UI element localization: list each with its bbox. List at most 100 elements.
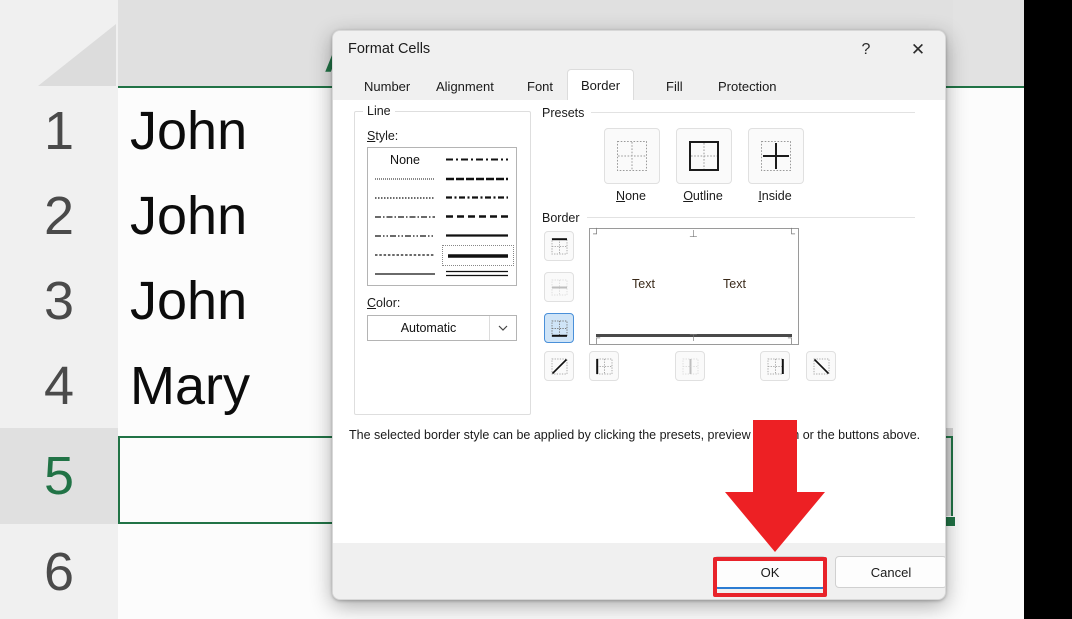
preview-handle-bottom-right[interactable]: ┐ — [788, 334, 795, 344]
border-section-divider — [587, 217, 915, 218]
preview-handle-bottom-left[interactable]: ┌ — [593, 334, 600, 344]
screen: A B 1 2 3 4 5 6 John John John Mary — [0, 0, 1072, 619]
border-bottom-button[interactable] — [544, 313, 574, 343]
cell-a2-text: John — [130, 185, 248, 246]
row-header-5[interactable]: 5 — [0, 428, 118, 525]
border-left-button[interactable] — [589, 351, 619, 381]
cell-a4-text: Mary — [130, 355, 250, 416]
border-left-icon — [595, 358, 612, 374]
row-header-2-label: 2 — [43, 185, 75, 246]
border-diagonal-up-button[interactable] — [544, 351, 574, 381]
border-right-icon — [767, 358, 784, 374]
cell-c2[interactable] — [953, 173, 1024, 259]
row-header-1[interactable]: 1 — [0, 88, 118, 174]
row-header-4-label: 4 — [43, 355, 75, 416]
chevron-down-icon[interactable] — [489, 316, 516, 340]
line-style-thin-solid[interactable] — [370, 264, 440, 283]
preview-handle-bottom-center[interactable]: ⊤ — [689, 334, 698, 344]
cell-c5[interactable] — [953, 428, 1024, 525]
row-header-5-label: 5 — [43, 446, 75, 506]
format-cells-dialog: Format Cells ? ✕ Number Alignment Font B… — [332, 30, 946, 600]
select-all-triangle-icon — [38, 24, 116, 86]
row-header-2[interactable]: 2 — [0, 173, 118, 259]
dialog-footer: OK Cancel — [333, 543, 945, 599]
line-style-dash-dot-thin[interactable] — [370, 207, 440, 226]
border-bottom-icon — [551, 320, 567, 337]
fill-handle[interactable] — [945, 516, 956, 527]
down-arrow-icon — [725, 420, 825, 552]
line-style-hairline-dotted[interactable] — [370, 169, 440, 188]
preset-inside-label: Inside — [758, 189, 792, 203]
tab-protection[interactable]: Protection — [705, 73, 790, 100]
tab-font[interactable]: Font — [514, 73, 566, 100]
preset-none-label: None — [616, 189, 646, 203]
preview-text-left: Text — [632, 277, 655, 291]
line-style-dash-dot-medium[interactable] — [442, 150, 512, 169]
cell-c3[interactable] — [953, 258, 1024, 344]
cell-c1[interactable] — [953, 88, 1024, 174]
border-right-button[interactable] — [760, 351, 790, 381]
style-label: Style: — [367, 129, 399, 143]
preview-text-right: Text — [723, 277, 746, 291]
border-color-value: Automatic — [400, 321, 457, 335]
preset-outline-label: Outline — [683, 189, 723, 203]
border-diagonal-down-button[interactable] — [806, 351, 836, 381]
border-vertical-middle-icon — [682, 358, 698, 374]
line-style-medium-solid[interactable] — [442, 226, 512, 245]
offscreen-right-band — [1024, 0, 1072, 619]
border-preview-diagram[interactable]: ┘ ⊥ └ Text Text ┌ ⊤ ┐ — [589, 228, 799, 345]
border-diagonal-up-icon — [551, 358, 567, 374]
line-group-label: Line — [363, 104, 395, 118]
select-all-corner[interactable] — [0, 0, 118, 88]
line-style-thick-solid[interactable] — [442, 245, 514, 266]
border-vertical-middle-button[interactable] — [675, 351, 705, 381]
row-header-6-label: 6 — [43, 541, 75, 602]
line-style-double[interactable] — [442, 264, 512, 283]
row-header-1-label: 1 — [43, 100, 75, 161]
line-style-none[interactable]: None — [370, 150, 440, 169]
help-icon[interactable]: ? — [843, 31, 889, 69]
border-diagonal-down-icon — [813, 358, 829, 374]
close-icon[interactable]: ✕ — [895, 31, 941, 69]
preset-inside-icon — [761, 141, 791, 171]
border-horizontal-middle-icon — [551, 279, 567, 295]
border-horizontal-middle-button[interactable] — [544, 272, 574, 302]
border-color-dropdown[interactable]: Automatic — [367, 315, 517, 341]
line-style-dotted[interactable] — [370, 188, 440, 207]
cell-c4[interactable] — [953, 343, 1024, 429]
tab-number[interactable]: Number — [351, 73, 423, 100]
preview-handle-top-center[interactable]: ⊥ — [689, 230, 698, 240]
border-tab-panel: Line Style: None Color: Automatic Preset… — [333, 100, 945, 543]
tab-alignment[interactable]: Alignment — [423, 73, 507, 100]
ok-button-highlight — [713, 557, 827, 597]
border-top-button[interactable] — [544, 231, 574, 261]
preview-handle-top-right[interactable]: └ — [788, 230, 795, 240]
row-header-3[interactable]: 3 — [0, 258, 118, 344]
line-style-slanted-dash[interactable] — [442, 169, 512, 188]
preset-inside-button[interactable] — [748, 128, 804, 184]
row-header-6[interactable]: 6 — [0, 524, 118, 619]
border-top-icon — [551, 237, 567, 254]
presets-divider — [591, 112, 915, 113]
line-style-dashed-small[interactable] — [370, 245, 440, 264]
preset-outline-button[interactable] — [676, 128, 732, 184]
red-arrow-annotation — [715, 420, 835, 560]
row-header-3-label: 3 — [43, 270, 75, 331]
dialog-title-bar[interactable]: Format Cells ? ✕ — [333, 31, 945, 69]
border-section-label: Border — [542, 211, 580, 225]
row-header-4[interactable]: 4 — [0, 343, 118, 429]
preset-none-button[interactable] — [604, 128, 660, 184]
tab-fill[interactable]: Fill — [653, 73, 696, 100]
presets-label: Presets — [542, 106, 585, 120]
tab-border[interactable]: Border — [567, 69, 635, 101]
preview-handle-top-left[interactable]: ┘ — [593, 230, 600, 240]
line-style-list[interactable]: None — [367, 147, 517, 286]
cancel-button[interactable]: Cancel — [835, 556, 945, 588]
preset-outline-icon — [689, 141, 719, 171]
cell-c6[interactable] — [953, 524, 1024, 619]
line-style-dashed-thick[interactable] — [442, 207, 512, 226]
line-style-dash-dot-dot-thin[interactable] — [370, 226, 440, 245]
column-header-c[interactable] — [953, 0, 1024, 86]
dialog-tab-strip: Number Alignment Font Border Fill Protec… — [333, 69, 945, 101]
line-style-dash-dot-thick[interactable] — [442, 188, 512, 207]
